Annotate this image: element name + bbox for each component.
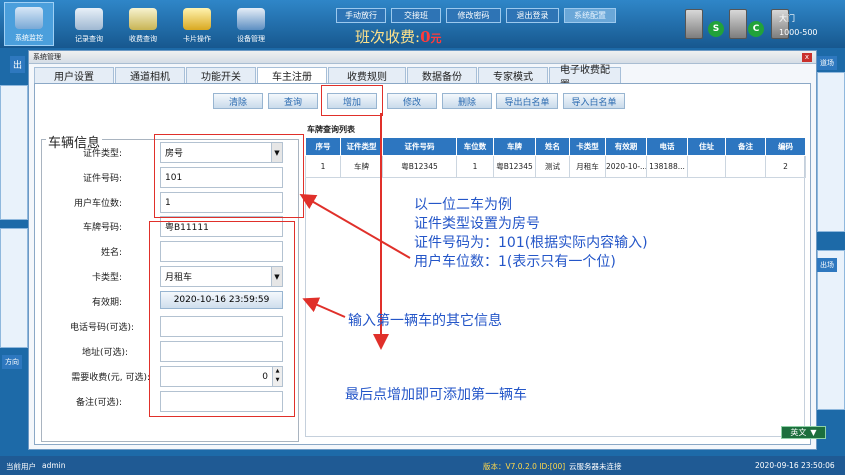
server-status-text: 云服务器未连接 [569, 462, 622, 471]
version-text: 版本：V7.0.2.0 ID:[00] [483, 462, 566, 471]
current-user-label: 当前用户 [6, 462, 36, 471]
status-bar: 当前用户 admin 版本：V7.0.2.0 ID:[00] 云服务器未连接 2… [0, 456, 845, 475]
note-line: 证件号码为：101(根据实际内容输入) [414, 235, 648, 251]
note-line: 以一位二车为例 [414, 197, 512, 213]
arrow-to-other-fields [302, 297, 346, 318]
annotation-note-1: 以一位二车为例 证件类型设置为房号 证件号码为：101(根据实际内容输入) 用户… [414, 196, 648, 272]
language-select[interactable]: 英文 ▼ [781, 426, 826, 439]
datetime-text: 2020-09-16 23:50:06 [755, 461, 835, 470]
note-line: 用户车位数：1(表示只有一个位) [414, 254, 616, 270]
chevron-down-icon: ▼ [810, 428, 817, 437]
current-user-name: admin [42, 461, 66, 470]
note-line: 证件类型设置为房号 [414, 216, 540, 232]
arrow-to-id-fields [299, 193, 411, 259]
language-value: 英文 [790, 428, 807, 437]
annotation-note-2: 输入第一辆车的其它信息 [348, 313, 502, 329]
annotation-note-3: 最后点增加即可添加第一辆车 [345, 387, 527, 403]
